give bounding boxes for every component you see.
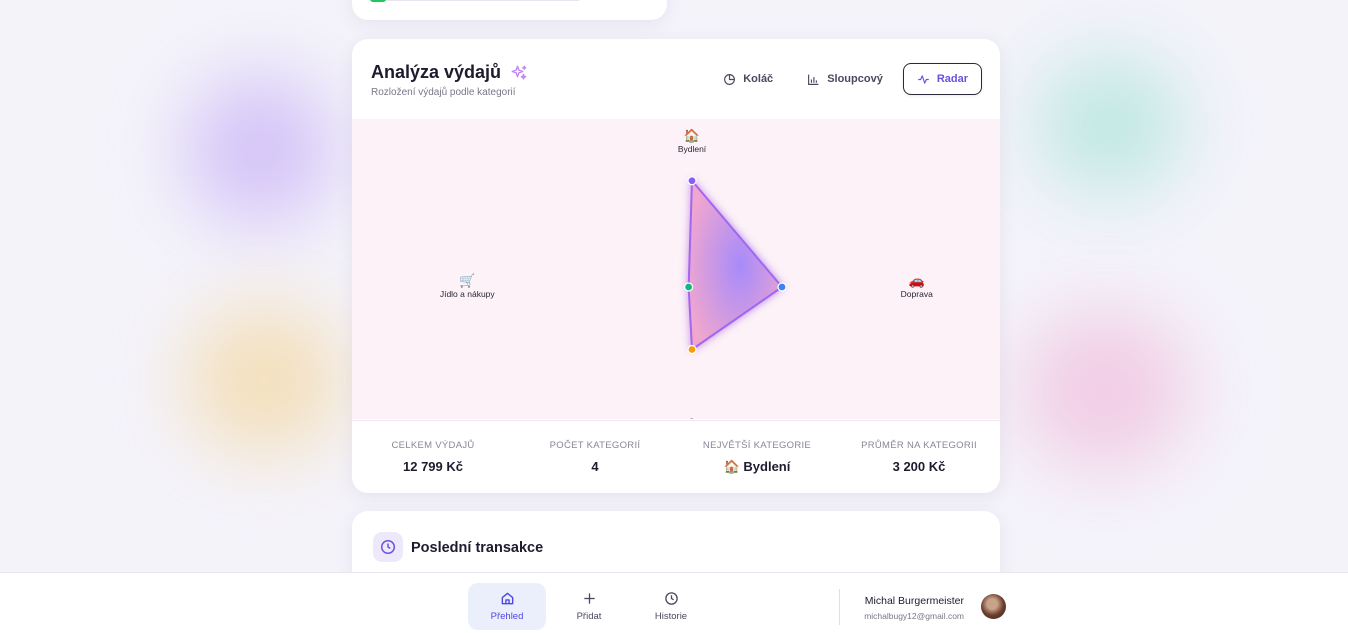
card-title: Analýza výdajů bbox=[371, 62, 528, 83]
axis-label-emoji: 👶 bbox=[684, 418, 700, 419]
card-title-text: Analýza výdajů bbox=[371, 62, 502, 82]
axis-label-emoji: 🚗 bbox=[909, 273, 925, 288]
sparkle-icon bbox=[511, 65, 527, 80]
plus-icon bbox=[583, 593, 595, 604]
stat-label: Průměr na kategorii bbox=[861, 440, 977, 451]
nav-overview-label: Přehled bbox=[490, 611, 524, 622]
radar-chart-button[interactable]: Radar bbox=[902, 63, 982, 95]
avatar[interactable] bbox=[981, 594, 1006, 619]
axis-label-emoji: 🏠 bbox=[684, 128, 700, 143]
axis-label-emoji: 🛒 bbox=[459, 273, 475, 288]
background-blob bbox=[185, 305, 345, 455]
background-blob bbox=[185, 75, 335, 225]
bar-chart-icon bbox=[808, 74, 819, 85]
background-blob bbox=[1035, 55, 1185, 195]
stat-label: Největší kategorie bbox=[702, 440, 812, 451]
stat-label: Počet kategorií bbox=[549, 440, 641, 451]
home-icon bbox=[501, 592, 513, 605]
pie-chart-button[interactable]: Koláč bbox=[709, 63, 787, 95]
progress-indicator bbox=[370, 0, 386, 2]
nav-divider bbox=[839, 589, 840, 625]
clock-icon-badge bbox=[373, 532, 403, 562]
stat-label: Celkem výdajů bbox=[391, 440, 475, 451]
clock-icon bbox=[380, 539, 396, 555]
previous-card bbox=[352, 0, 667, 20]
background-blob bbox=[1020, 310, 1190, 470]
stat-average: Průměr na kategorii 3 200 Kč bbox=[838, 421, 1000, 493]
stat-value: 3 200 Kč bbox=[892, 459, 946, 474]
axis-label-text: Doprava bbox=[901, 289, 933, 299]
user-name: Michal Burgermeister bbox=[864, 595, 964, 607]
radar-chart: 🏠Bydlení 🚗Doprava 👶Děti 🛒Jídlo a nákupy bbox=[352, 119, 1000, 419]
user-email: michalbugy12@gmail.com bbox=[864, 611, 964, 621]
transactions-title: Poslední transakce bbox=[411, 540, 544, 556]
clock-icon bbox=[664, 592, 678, 605]
stats-row: Celkem výdajů 12 799 Kč Počet kategorií … bbox=[352, 420, 1000, 493]
radar-point-1[interactable] bbox=[777, 282, 787, 292]
nav-history[interactable]: Historie bbox=[632, 583, 710, 630]
axis-label: 🏠Bydlení bbox=[678, 128, 707, 154]
radar-series-area bbox=[687, 179, 783, 351]
radar-point-2[interactable] bbox=[687, 344, 697, 355]
pie-icon bbox=[724, 73, 736, 85]
axis-label: 👶Děti bbox=[684, 418, 700, 419]
bar-chart-label: Sloupcový bbox=[827, 73, 883, 85]
nav-overview[interactable]: Přehled bbox=[468, 583, 546, 630]
expense-analysis-card: Analýza výdajů Rozložení výdajů podle ka… bbox=[352, 39, 1000, 493]
radar-point-3[interactable] bbox=[684, 282, 694, 292]
bar-chart-button[interactable]: Sloupcový bbox=[793, 63, 897, 95]
pie-chart-label: Koláč bbox=[743, 73, 774, 85]
nav-add[interactable]: Přidat bbox=[550, 583, 628, 630]
chart-type-toggle: Koláč Sloupcový Radar bbox=[709, 63, 982, 95]
bottom-nav: Přehled Přidat Historie Michal Burgermei… bbox=[0, 572, 1348, 633]
nav-add-label: Přidat bbox=[576, 611, 602, 622]
axis-label-text: Bydlení bbox=[678, 144, 707, 154]
stat-value: 12 799 Kč bbox=[403, 459, 463, 474]
axis-label-text: Jídlo a nákupy bbox=[440, 289, 496, 299]
axis-label: 🛒Jídlo a nákupy bbox=[440, 273, 496, 299]
radar-point-0[interactable] bbox=[687, 176, 697, 186]
stat-value: 🏠 Bydlení bbox=[723, 459, 791, 474]
activity-icon bbox=[918, 74, 929, 84]
card-subtitle: Rozložení výdajů podle kategorií bbox=[371, 87, 516, 98]
radar-chart-label: Radar bbox=[936, 73, 968, 85]
stat-value: 4 bbox=[591, 459, 599, 474]
progress-track bbox=[370, 0, 580, 1]
stat-category-count: Počet kategorií 4 bbox=[514, 421, 676, 493]
stat-largest-category: Největší kategorie 🏠 Bydlení bbox=[676, 421, 838, 493]
axis-label: 🚗Doprava bbox=[901, 273, 933, 299]
radar-chart-svg: 🏠Bydlení 🚗Doprava 👶Děti 🛒Jídlo a nákupy bbox=[440, 128, 933, 419]
stat-total: Celkem výdajů 12 799 Kč bbox=[352, 421, 514, 493]
nav-history-label: Historie bbox=[654, 611, 688, 622]
